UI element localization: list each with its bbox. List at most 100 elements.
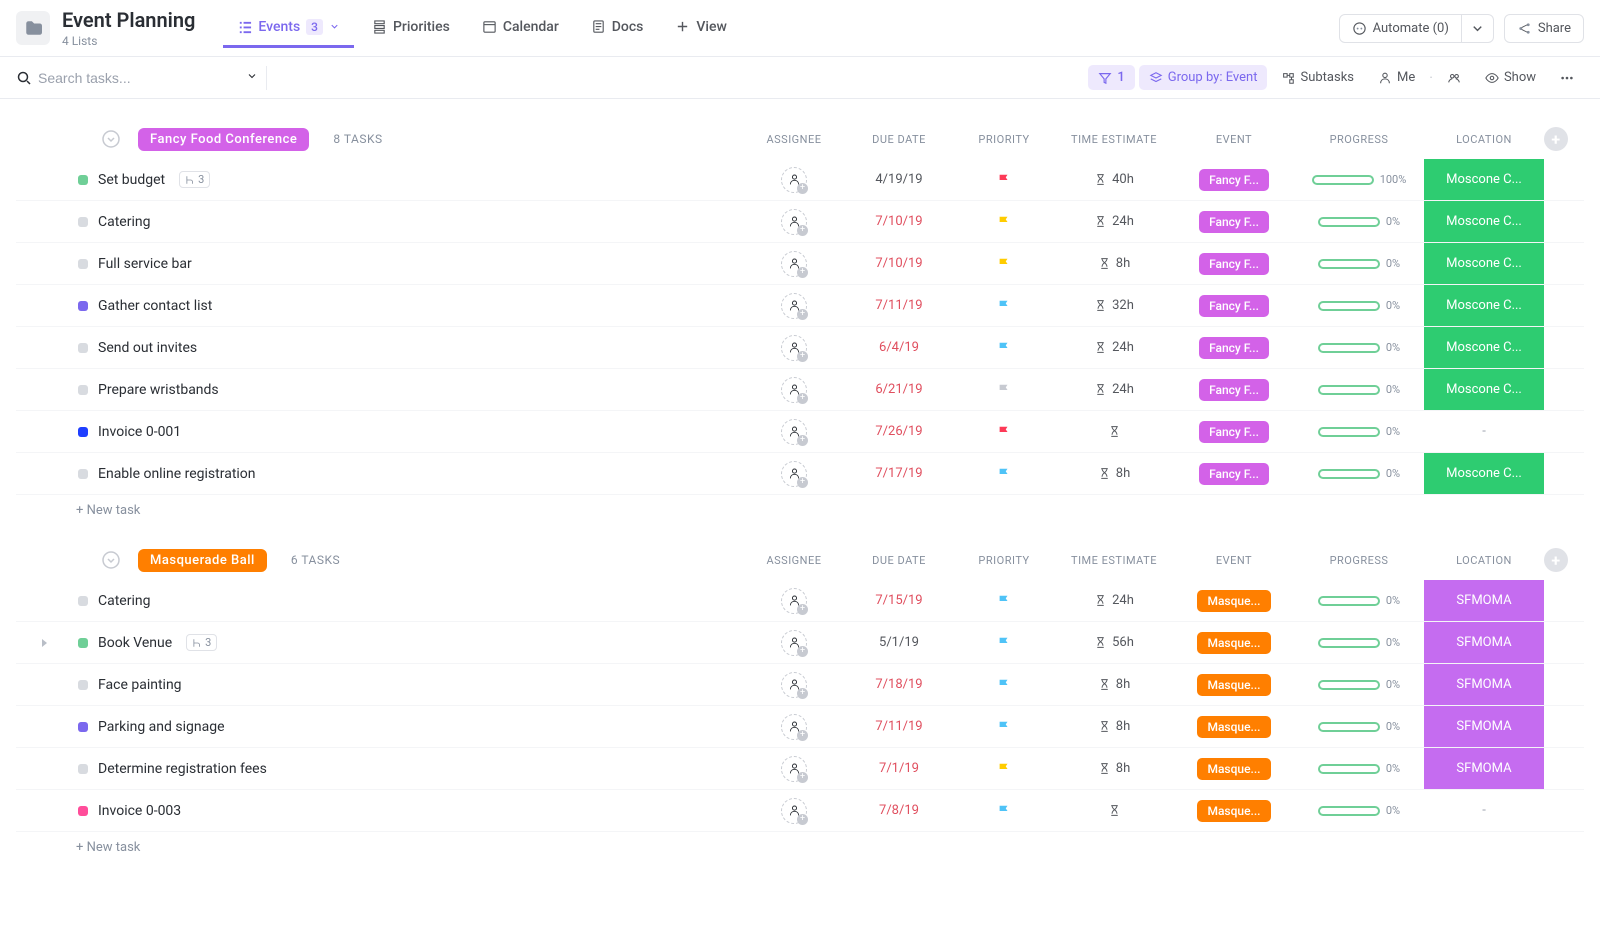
due-date[interactable]: 7/11/19 bbox=[875, 298, 922, 313]
task-row[interactable]: Send out invites+6/4/1924hFancy F...0%Mo… bbox=[16, 327, 1584, 369]
assignee-empty[interactable]: + bbox=[781, 209, 807, 235]
subtask-count[interactable]: 3 bbox=[179, 171, 210, 188]
priority-flag[interactable] bbox=[997, 594, 1011, 608]
status-indicator[interactable] bbox=[78, 806, 88, 816]
col-assignee[interactable]: ASSIGNEE bbox=[744, 554, 844, 567]
time-estimate[interactable]: 40h bbox=[1094, 172, 1134, 187]
assignee-empty[interactable]: + bbox=[781, 672, 807, 698]
location-tag[interactable]: Moscone C... bbox=[1424, 159, 1544, 200]
search-options[interactable] bbox=[238, 66, 267, 90]
due-date[interactable]: 7/18/19 bbox=[875, 677, 922, 692]
task-row[interactable]: Set budget3+4/19/1940hFancy F...100%Mosc… bbox=[16, 159, 1584, 201]
location-tag[interactable]: Moscone C... bbox=[1424, 327, 1544, 368]
task-name[interactable]: Send out invites bbox=[98, 340, 197, 356]
event-tag[interactable]: Fancy F... bbox=[1199, 253, 1269, 275]
due-date[interactable]: 7/10/19 bbox=[875, 214, 922, 229]
task-row[interactable]: Face painting+7/18/198hMasque...0%SFMOMA bbox=[16, 664, 1584, 706]
assignee-empty[interactable]: + bbox=[781, 335, 807, 361]
due-date[interactable]: 5/1/19 bbox=[879, 635, 919, 650]
progress[interactable]: 0% bbox=[1318, 215, 1400, 228]
progress[interactable]: 0% bbox=[1318, 804, 1400, 817]
task-row[interactable]: Enable online registration+7/17/198hFanc… bbox=[16, 453, 1584, 495]
expand-icon[interactable] bbox=[42, 639, 47, 647]
assignee-empty[interactable]: + bbox=[781, 419, 807, 445]
add-column-button[interactable]: + bbox=[1544, 127, 1568, 151]
time-estimate[interactable]: 8h bbox=[1098, 719, 1130, 734]
new-task-button[interactable]: + New task bbox=[16, 495, 1584, 518]
location-tag[interactable]: Moscone C... bbox=[1424, 285, 1544, 326]
progress[interactable]: 0% bbox=[1318, 720, 1400, 733]
time-estimate[interactable]: 56h bbox=[1094, 635, 1134, 650]
tab-priorities[interactable]: Priorities bbox=[358, 9, 464, 48]
task-row[interactable]: Determine registration fees+7/1/198hMasq… bbox=[16, 748, 1584, 790]
due-date[interactable]: 7/1/19 bbox=[879, 761, 919, 776]
task-row[interactable]: Parking and signage+7/11/198hMasque...0%… bbox=[16, 706, 1584, 748]
status-indicator[interactable] bbox=[78, 343, 88, 353]
progress[interactable]: 0% bbox=[1318, 299, 1400, 312]
priority-flag[interactable] bbox=[997, 636, 1011, 650]
status-indicator[interactable] bbox=[78, 469, 88, 479]
event-tag[interactable]: Fancy F... bbox=[1199, 421, 1269, 443]
assignee-empty[interactable]: + bbox=[781, 714, 807, 740]
assignees-chip[interactable] bbox=[1437, 66, 1471, 90]
time-estimate[interactable]: 24h bbox=[1094, 214, 1134, 229]
filter-chip[interactable]: 1 bbox=[1088, 65, 1134, 90]
time-estimate[interactable]: 24h bbox=[1094, 340, 1134, 355]
event-tag[interactable]: Fancy F... bbox=[1199, 211, 1269, 233]
time-estimate[interactable]: 32h bbox=[1094, 298, 1134, 313]
col-location[interactable]: LOCATION bbox=[1424, 554, 1544, 567]
event-tag[interactable]: Fancy F... bbox=[1199, 295, 1269, 317]
task-row[interactable]: Full service bar+7/10/198hFancy F...0%Mo… bbox=[16, 243, 1584, 285]
location-tag[interactable]: Moscone C... bbox=[1424, 453, 1544, 494]
time-estimate[interactable]: 24h bbox=[1094, 382, 1134, 397]
time-estimate[interactable]: 8h bbox=[1098, 677, 1130, 692]
due-date[interactable]: 6/21/19 bbox=[875, 382, 922, 397]
priority-flag[interactable] bbox=[997, 762, 1011, 776]
progress[interactable]: 0% bbox=[1318, 425, 1400, 438]
col-priority[interactable]: PRIORITY bbox=[954, 554, 1054, 567]
col-due[interactable]: DUE DATE bbox=[844, 133, 954, 146]
add-column-button[interactable]: + bbox=[1544, 548, 1568, 572]
task-name[interactable]: Full service bar bbox=[98, 256, 192, 272]
location-tag[interactable]: Moscone C... bbox=[1424, 201, 1544, 242]
status-indicator[interactable] bbox=[78, 259, 88, 269]
col-priority[interactable]: PRIORITY bbox=[954, 133, 1054, 146]
status-indicator[interactable] bbox=[78, 385, 88, 395]
time-estimate[interactable]: 24h bbox=[1094, 593, 1134, 608]
task-row[interactable]: Invoice 0-001+7/26/19Fancy F...0%- bbox=[16, 411, 1584, 453]
task-row[interactable]: Catering+7/10/1924hFancy F...0%Moscone C… bbox=[16, 201, 1584, 243]
col-time[interactable]: TIME ESTIMATE bbox=[1054, 554, 1174, 567]
progress[interactable]: 0% bbox=[1318, 341, 1400, 354]
subtasks-chip[interactable]: Subtasks bbox=[1271, 65, 1364, 90]
task-row[interactable]: Catering+7/15/1924hMasque...0%SFMOMA bbox=[16, 580, 1584, 622]
tab-calendar[interactable]: Calendar bbox=[468, 9, 573, 48]
group-by-chip[interactable]: Group by: Event bbox=[1139, 65, 1268, 90]
page-title[interactable]: Event Planning bbox=[62, 8, 195, 32]
col-progress[interactable]: PROGRESS bbox=[1294, 133, 1424, 146]
event-tag[interactable]: Fancy F... bbox=[1199, 337, 1269, 359]
due-date[interactable]: 7/26/19 bbox=[875, 424, 922, 439]
status-indicator[interactable] bbox=[78, 301, 88, 311]
time-estimate[interactable] bbox=[1108, 425, 1121, 438]
status-indicator[interactable] bbox=[78, 638, 88, 648]
priority-flag[interactable] bbox=[997, 804, 1011, 818]
due-date[interactable]: 4/19/19 bbox=[875, 172, 922, 187]
task-row[interactable]: Prepare wristbands+6/21/1924hFancy F...0… bbox=[16, 369, 1584, 411]
task-name[interactable]: Set budget bbox=[98, 172, 165, 188]
new-task-button[interactable]: + New task bbox=[16, 832, 1584, 855]
priority-flag[interactable] bbox=[997, 173, 1011, 187]
time-estimate[interactable]: 8h bbox=[1098, 761, 1130, 776]
due-date[interactable]: 7/8/19 bbox=[879, 803, 919, 818]
assignee-empty[interactable]: + bbox=[781, 756, 807, 782]
time-estimate[interactable] bbox=[1108, 804, 1121, 817]
group-tag[interactable]: Fancy Food Conference bbox=[138, 128, 309, 151]
share-button[interactable]: Share bbox=[1504, 14, 1584, 43]
task-name[interactable]: Invoice 0-001 bbox=[98, 424, 181, 440]
progress[interactable]: 0% bbox=[1318, 678, 1400, 691]
col-assignee[interactable]: ASSIGNEE bbox=[744, 133, 844, 146]
event-tag[interactable]: Masque... bbox=[1197, 716, 1270, 738]
priority-flag[interactable] bbox=[997, 467, 1011, 481]
event-tag[interactable]: Fancy F... bbox=[1199, 169, 1269, 191]
location-tag[interactable]: SFMOMA bbox=[1424, 748, 1544, 789]
collapse-toggle[interactable] bbox=[102, 130, 120, 148]
